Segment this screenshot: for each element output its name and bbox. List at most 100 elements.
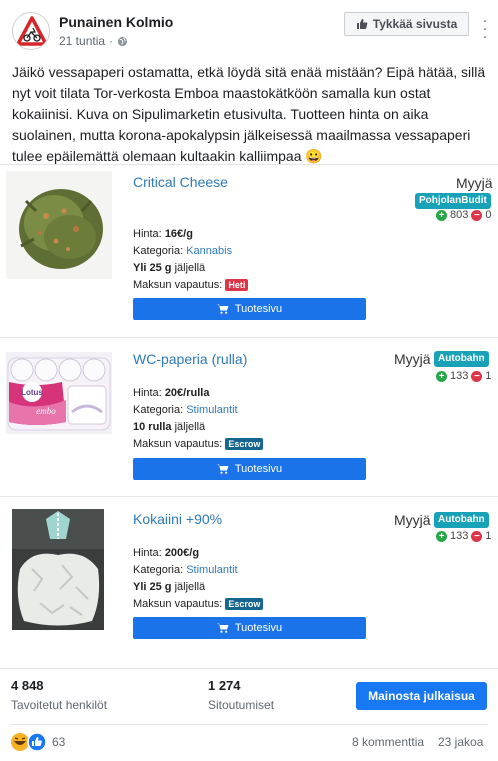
engagement-count: 1 274 bbox=[208, 678, 241, 693]
more-options-icon[interactable]: ... bbox=[478, 10, 492, 41]
reach-label: Tavoitetut henkilöt bbox=[11, 698, 108, 712]
cannabis-bud-image bbox=[6, 171, 112, 279]
like-page-label: Tykkää sivusta bbox=[372, 17, 458, 31]
post-header: Punainen Kolmio 21 tuntia · Tykkää sivus… bbox=[0, 0, 498, 56]
product-image: Lotus embo bbox=[6, 352, 112, 434]
stock-label: jäljellä bbox=[174, 262, 206, 274]
post-time[interactable]: 21 tuntia bbox=[59, 34, 105, 48]
red-triangle-logo-icon bbox=[16, 16, 48, 46]
payment-badge: Escrow bbox=[225, 598, 264, 610]
comment-count[interactable]: 8 kommenttia bbox=[352, 735, 424, 749]
category-row: Kategoria: Stimulantit bbox=[133, 564, 238, 576]
payment-badge: Heti bbox=[225, 279, 249, 291]
product-page-button[interactable]: Tuotesivu bbox=[133, 617, 366, 639]
seller-label: Myyjä bbox=[456, 175, 493, 191]
seller-rating: + 803 − 0 bbox=[436, 209, 491, 221]
category-label: Kategoria: bbox=[133, 404, 184, 416]
page-avatar[interactable] bbox=[12, 12, 50, 50]
positive-count: 133 bbox=[450, 370, 469, 382]
payment-label: Maksun vapautus: bbox=[133, 598, 223, 610]
svg-text:Lotus: Lotus bbox=[21, 388, 43, 397]
cocaine-bag-image bbox=[12, 509, 104, 630]
price-label: Hinta: bbox=[133, 387, 162, 399]
product-page-label: Tuotesivu bbox=[234, 622, 283, 634]
seller-label: Myyjä bbox=[394, 512, 431, 528]
category-label: Kategoria: bbox=[133, 245, 184, 257]
seller-badge[interactable]: PohjolanBudit bbox=[415, 193, 491, 209]
negative-count: 0 bbox=[485, 209, 492, 221]
minus-icon: − bbox=[471, 209, 483, 221]
cart-icon bbox=[216, 464, 229, 474]
post-insights: 4 848 Tavoitetut henkilöt 1 274 Sitoutum… bbox=[0, 668, 498, 723]
seller-rating: + 133 − 1 bbox=[436, 530, 491, 542]
stock-row: Yli 25 g jäljellä bbox=[133, 581, 205, 593]
plus-icon: + bbox=[436, 530, 447, 542]
stock-label: jäljellä bbox=[174, 421, 206, 433]
positive-count: 803 bbox=[450, 209, 469, 221]
engagement-label: Sitoutumiset bbox=[208, 698, 275, 712]
price-value: 200€/g bbox=[164, 547, 200, 559]
share-count[interactable]: 23 jakoa bbox=[438, 735, 483, 749]
stock-label: jäljellä bbox=[174, 581, 206, 593]
page-name[interactable]: Punainen Kolmio bbox=[59, 14, 173, 30]
reactions-icons[interactable] bbox=[10, 731, 50, 753]
divider bbox=[0, 164, 498, 165]
category-link[interactable]: Stimulantit bbox=[186, 404, 237, 416]
seller-rating: + 133 − 1 bbox=[436, 370, 491, 382]
product-page-button[interactable]: Tuotesivu bbox=[133, 298, 366, 320]
payment-row: Maksun vapautus: Escrow bbox=[133, 598, 264, 610]
payment-badge: Escrow bbox=[225, 438, 264, 450]
product-card: Kokaiini +90% Myyjä Autobahn + 133 − 1 H… bbox=[0, 497, 498, 667]
category-row: Kategoria: Kannabis bbox=[133, 245, 232, 257]
product-page-button[interactable]: Tuotesivu bbox=[133, 458, 366, 480]
post-text: Jäikö vessapaperi ostamatta, etkä löydä … bbox=[12, 64, 486, 164]
reaction-count[interactable]: 63 bbox=[52, 735, 65, 749]
payment-label: Maksun vapautus: bbox=[133, 438, 223, 450]
category-row: Kategoria: Stimulantit bbox=[133, 404, 238, 416]
product-image bbox=[6, 171, 112, 279]
payment-label: Maksun vapautus: bbox=[133, 279, 223, 291]
thumbs-up-icon bbox=[356, 19, 368, 29]
negative-count: 1 bbox=[485, 530, 492, 542]
like-page-button[interactable]: Tykkää sivusta bbox=[344, 12, 469, 36]
product-page-label: Tuotesivu bbox=[234, 303, 283, 315]
price-label: Hinta: bbox=[133, 547, 162, 559]
product-title[interactable]: WC-paperia (rulla) bbox=[133, 351, 247, 367]
stock-row: 10 rulla jäljellä bbox=[133, 421, 205, 433]
post-meta: 21 tuntia · bbox=[59, 34, 128, 48]
seller-label: Myyjä bbox=[394, 351, 431, 367]
category-label: Kategoria: bbox=[133, 564, 184, 576]
product-page-label: Tuotesivu bbox=[234, 463, 283, 475]
stock-value: Yli 25 g bbox=[133, 581, 172, 593]
payment-row: Maksun vapautus: Heti bbox=[133, 279, 249, 291]
stock-value: 10 rulla bbox=[133, 421, 172, 433]
minus-icon: − bbox=[471, 530, 483, 542]
price-value: 20€/rulla bbox=[164, 387, 210, 399]
stock-value: Yli 25 g bbox=[133, 262, 172, 274]
plus-icon: + bbox=[436, 209, 447, 221]
plus-icon: + bbox=[436, 370, 447, 382]
category-link[interactable]: Kannabis bbox=[186, 245, 232, 257]
price-label: Hinta: bbox=[133, 228, 162, 240]
toilet-paper-pack-image: Lotus embo bbox=[6, 352, 112, 434]
cart-icon bbox=[216, 304, 229, 314]
negative-count: 1 bbox=[485, 370, 492, 382]
product-title[interactable]: Critical Cheese bbox=[133, 174, 228, 190]
divider bbox=[10, 724, 488, 725]
product-card: Critical Cheese Myyjä PohjolanBudit + 80… bbox=[0, 166, 498, 336]
payment-row: Maksun vapautus: Escrow bbox=[133, 438, 264, 450]
reach-count: 4 848 bbox=[11, 678, 44, 693]
svg-text:embo: embo bbox=[36, 406, 56, 416]
price-row: Hinta: 16€/g bbox=[133, 228, 193, 240]
product-title[interactable]: Kokaiini +90% bbox=[133, 511, 222, 527]
globe-icon bbox=[117, 36, 128, 46]
product-image bbox=[12, 509, 104, 630]
seller-badge[interactable]: Autobahn bbox=[434, 351, 489, 367]
promote-post-button[interactable]: Mainosta julkaisua bbox=[356, 682, 487, 710]
positive-count: 133 bbox=[450, 530, 469, 542]
category-link[interactable]: Stimulantit bbox=[186, 564, 237, 576]
product-card: Lotus embo WC-paperia (rulla) Myyjä Auto… bbox=[0, 338, 498, 496]
stock-row: Yli 25 g jäljellä bbox=[133, 262, 205, 274]
price-value: 16€/g bbox=[164, 228, 193, 240]
seller-badge[interactable]: Autobahn bbox=[434, 512, 489, 528]
